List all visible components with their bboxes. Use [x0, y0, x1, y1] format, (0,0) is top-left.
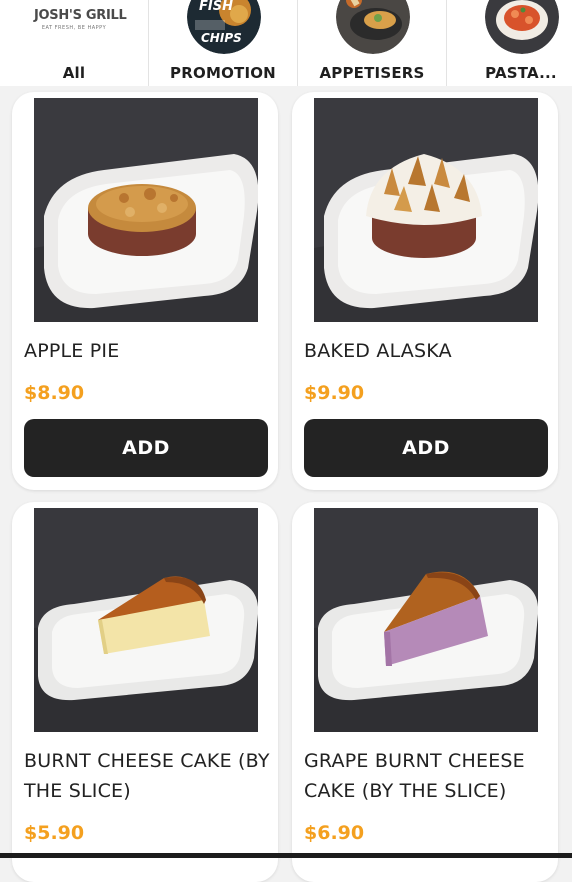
tab-appetisers-label: APPETISERS	[319, 64, 425, 82]
tab-all[interactable]: JOSH'S GRILL EAT FRESH, BE HAPPY All	[0, 0, 149, 86]
add-button[interactable]: ADD	[24, 419, 268, 477]
add-button[interactable]: ADD	[304, 419, 548, 477]
burnt-cheesecake-photo	[34, 508, 258, 732]
product-card-baked-alaska[interactable]: BAKED ALASKA $9.90 ADD	[292, 92, 558, 490]
product-price: $6.90	[304, 822, 365, 844]
product-price: $5.90	[24, 822, 85, 844]
tab-pasta-label: PASTA...	[485, 64, 557, 82]
product-name: BAKED ALASKA	[304, 340, 452, 362]
apple-pie-photo	[34, 98, 258, 322]
product-card-grape-cheesecake[interactable]: GRAPE BURNT CHEESE CAKE (BY THE SLICE) $…	[292, 502, 558, 882]
fish-and-chips-icon: FISH CHIPS	[187, 0, 261, 54]
product-price: $9.90	[304, 382, 365, 404]
josh-grill-logo: JOSH'S GRILL EAT FRESH, BE HAPPY	[34, 8, 127, 38]
product-card-burnt-cheesecake[interactable]: BURNT CHEESE CAKE (BY THE SLICE) $5.90	[12, 502, 278, 882]
product-name: BURNT CHEESE CAKE (BY THE SLICE)	[24, 750, 270, 802]
category-tabs: JOSH'S GRILL EAT FRESH, BE HAPPY All FIS…	[0, 0, 572, 86]
product-name: GRAPE BURNT CHEESE CAKE (BY THE SLICE)	[304, 750, 525, 802]
pasta-bowl-icon	[485, 0, 559, 54]
brand-tagline: EAT FRESH, BE HAPPY	[41, 25, 107, 31]
product-card-apple-pie[interactable]: APPLE PIE $8.90 ADD	[12, 92, 278, 490]
brand-name: JOSH'S GRILL	[34, 8, 127, 23]
product-price: $8.90	[24, 382, 85, 404]
product-name: APPLE PIE	[24, 340, 120, 362]
tab-promotion-label: PROMOTION	[170, 64, 276, 82]
tab-all-label: All	[62, 64, 86, 82]
promo-badge-line2: CHIPS	[201, 31, 242, 45]
appetiser-platter-icon	[336, 0, 410, 54]
tab-pasta[interactable]: PASTA...	[447, 0, 572, 86]
promo-badge-line1: FISH	[199, 0, 233, 14]
tab-appetisers[interactable]: APPETISERS	[298, 0, 447, 86]
baked-alaska-photo	[314, 98, 538, 322]
system-bottom-bar	[0, 853, 572, 858]
tab-promotion[interactable]: FISH CHIPS PROMOTION	[149, 0, 298, 86]
grape-cheesecake-photo	[314, 508, 538, 732]
